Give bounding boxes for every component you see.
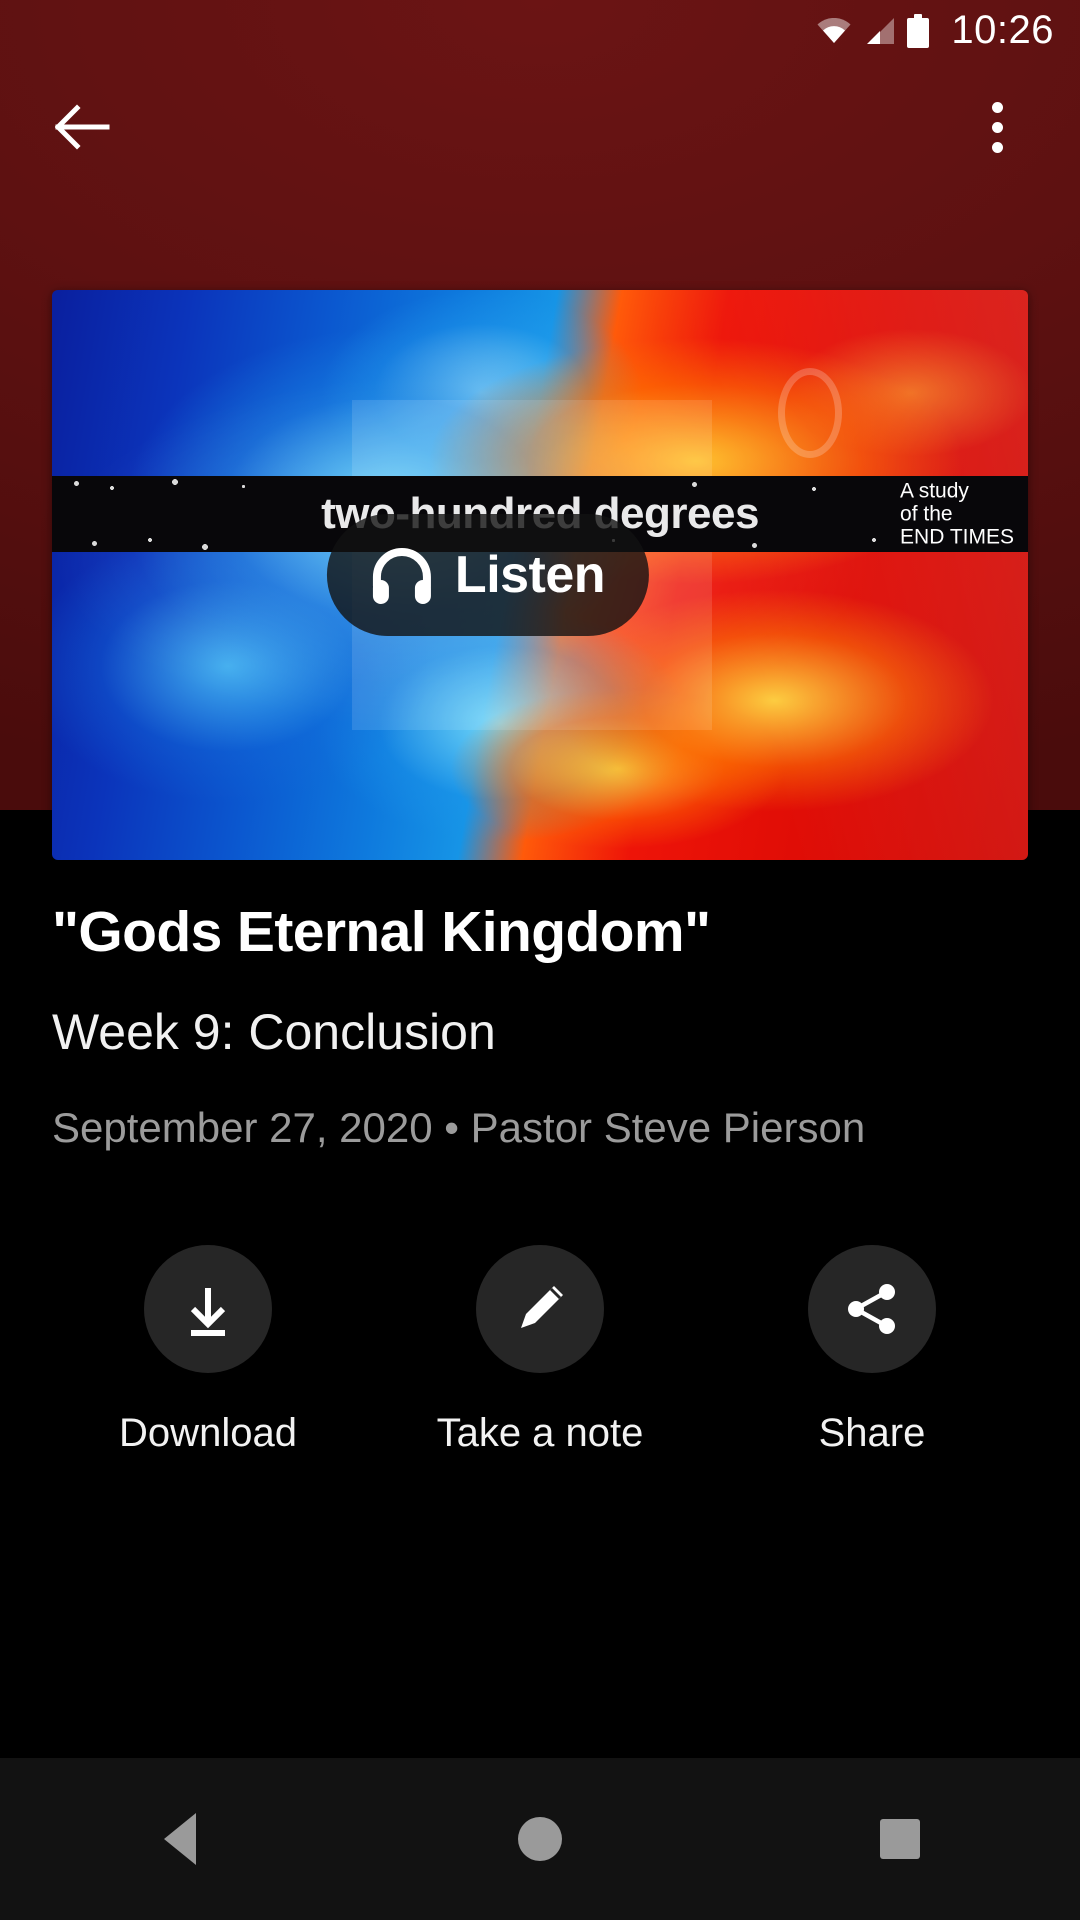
download-label: Download <box>119 1411 297 1455</box>
share-label: Share <box>818 1411 926 1455</box>
headphones-icon <box>372 548 431 604</box>
back-triangle-icon <box>164 1813 196 1865</box>
wifi-icon <box>817 18 851 44</box>
download-icon <box>190 1288 226 1336</box>
nav-recents-button[interactable] <box>825 1764 975 1914</box>
signal-icon <box>863 17 895 45</box>
nav-back-button[interactable] <box>105 1764 255 1914</box>
back-button[interactable] <box>46 90 120 164</box>
nav-home-button[interactable] <box>465 1764 615 1914</box>
take-a-note-label: Take a note <box>436 1411 644 1455</box>
share-button[interactable]: Share <box>706 1245 1038 1456</box>
sermon-meta: September 27, 2020 • Pastor Steve Pierso… <box>52 1104 866 1152</box>
share-icon <box>848 1284 895 1334</box>
sermon-detail: "Gods Eternal Kingdom" Week 9: Conclusio… <box>52 900 1028 1153</box>
sermon-subtitle: Week 9: Conclusion <box>52 1003 496 1060</box>
take-a-note-button[interactable]: Take a note <box>374 1245 706 1456</box>
share-button-circle <box>808 1245 936 1373</box>
back-arrow-icon <box>55 104 110 150</box>
more-vertical-icon <box>991 121 1003 133</box>
pencil-icon <box>521 1286 563 1328</box>
recents-square-icon <box>880 1819 920 1859</box>
battery-icon <box>907 14 930 48</box>
listen-label: Listen <box>454 546 606 604</box>
more-vertical-icon <box>991 101 1003 113</box>
download-button[interactable]: Download <box>42 1245 374 1456</box>
action-row: Download Take a note Share <box>0 1245 1080 1456</box>
take-a-note-button-circle <box>476 1245 604 1373</box>
status-time: 10:26 <box>951 8 1054 52</box>
home-circle-icon <box>518 1817 562 1861</box>
more-vertical-icon <box>991 141 1003 153</box>
download-button-circle <box>144 1245 272 1373</box>
sermon-thumbnail[interactable]: two-hundred degrees A study of the END T… <box>52 290 1028 860</box>
app-screen: 10:26 two-hundred degrees A study of the… <box>0 0 1080 1920</box>
app-bar <box>0 62 1080 192</box>
banner-subtitle: A study of the END TIMES <box>900 479 1014 549</box>
overflow-menu-button[interactable] <box>960 90 1034 164</box>
thumbnail-ring-accent <box>778 368 842 458</box>
system-nav-bar <box>0 1758 1080 1920</box>
page-title: "Gods Eternal Kingdom" <box>52 900 711 964</box>
listen-button[interactable]: Listen <box>326 514 650 636</box>
status-bar: 10:26 <box>0 0 1080 62</box>
